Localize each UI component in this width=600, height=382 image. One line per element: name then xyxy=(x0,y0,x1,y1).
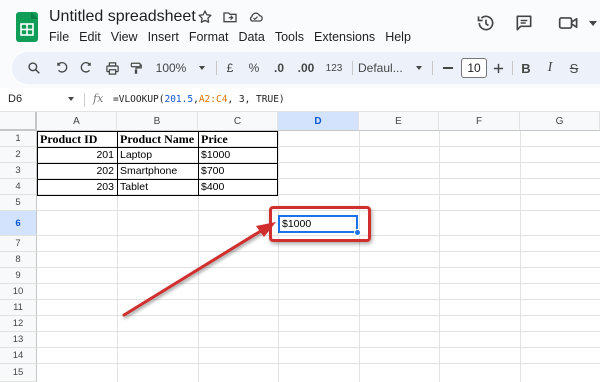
formula-bar: D6 fx =VLOOKUP(201.5,A2:C4, 3, TRUE) xyxy=(0,88,600,112)
comment-icon[interactable] xyxy=(514,13,534,33)
increase-font-size-plus-icon[interactable] xyxy=(490,52,506,84)
bold-button[interactable]: B xyxy=(518,52,534,84)
history-icon[interactable] xyxy=(476,13,496,33)
search-icon[interactable] xyxy=(24,52,44,84)
name-box-chevron-down-icon[interactable] xyxy=(68,97,74,101)
spreadsheet-grid: A B C D E F G 1 2 3 4 5 6 7 8 9 10 11 12… xyxy=(0,112,600,382)
zoom-select[interactable]: 100% xyxy=(153,52,189,84)
video-call-icon[interactable] xyxy=(558,14,580,32)
formula-function: =VLOOKUP( xyxy=(113,94,165,105)
menu-file[interactable]: File xyxy=(44,30,74,44)
decrease-decimal-button[interactable]: .0 xyxy=(268,52,290,84)
document-title[interactable]: Untitled spreadsheet xyxy=(49,8,196,26)
menu-edit[interactable]: Edit xyxy=(74,30,106,44)
font-chevron-down-icon[interactable] xyxy=(413,52,425,84)
undo-icon[interactable] xyxy=(52,52,72,84)
formula-args: , 3, TRUE) xyxy=(227,94,285,105)
menu-format[interactable]: Format xyxy=(184,30,234,44)
menu-view[interactable]: View xyxy=(106,30,143,44)
menu-bar: File Edit View Insert Format Data Tools … xyxy=(44,30,416,44)
print-icon[interactable] xyxy=(102,52,122,84)
paint-format-icon[interactable] xyxy=(126,52,146,84)
decrease-font-size-minus-icon[interactable] xyxy=(440,52,456,84)
toolbar-divider xyxy=(352,61,353,75)
toolbar-divider xyxy=(216,61,217,75)
sheets-logo-icon[interactable] xyxy=(16,12,38,42)
move-to-folder-icon[interactable] xyxy=(222,9,238,25)
formula-lookup-value: 201.5 xyxy=(164,94,194,105)
formula-divider xyxy=(84,93,85,107)
cloud-status-icon[interactable] xyxy=(247,9,264,25)
toolbar-divider xyxy=(512,61,513,75)
more-formats-button[interactable]: 123 xyxy=(323,52,345,84)
formula-input[interactable]: =VLOOKUP(201.5,A2:C4, 3, TRUE) xyxy=(113,94,285,105)
annotation-arrow-icon xyxy=(122,222,276,317)
sheets-app: Untitled spreadsheet File Edit View Inse… xyxy=(0,0,600,382)
star-icon[interactable] xyxy=(197,9,213,25)
video-call-dropdown-chevron-down-icon[interactable] xyxy=(589,21,597,26)
strikethrough-icon[interactable]: S xyxy=(566,52,582,84)
menu-extensions[interactable]: Extensions xyxy=(309,30,380,44)
fx-icon: fx xyxy=(93,92,104,105)
increase-decimal-button[interactable]: .00 xyxy=(294,52,318,84)
menu-insert[interactable]: Insert xyxy=(143,30,184,44)
redo-icon[interactable] xyxy=(76,52,96,84)
toolbar-divider xyxy=(432,61,433,75)
percent-format-button[interactable]: % xyxy=(246,52,262,84)
zoom-chevron-down-icon[interactable] xyxy=(196,52,208,84)
name-box[interactable]: D6 xyxy=(8,93,22,105)
currency-format-button[interactable]: £ xyxy=(222,52,238,84)
formula-range: A2:C4 xyxy=(198,94,228,105)
menu-help[interactable]: Help xyxy=(380,30,416,44)
italic-button[interactable]: I xyxy=(542,52,558,84)
menu-tools[interactable]: Tools xyxy=(270,30,309,44)
menu-data[interactable]: Data xyxy=(233,30,269,44)
font-select[interactable]: Defaul... xyxy=(358,52,410,84)
toolbar: 100% £ % .0 .00 123 Defaul... 10 B I S xyxy=(12,52,600,84)
font-size-input[interactable]: 10 xyxy=(461,58,487,78)
